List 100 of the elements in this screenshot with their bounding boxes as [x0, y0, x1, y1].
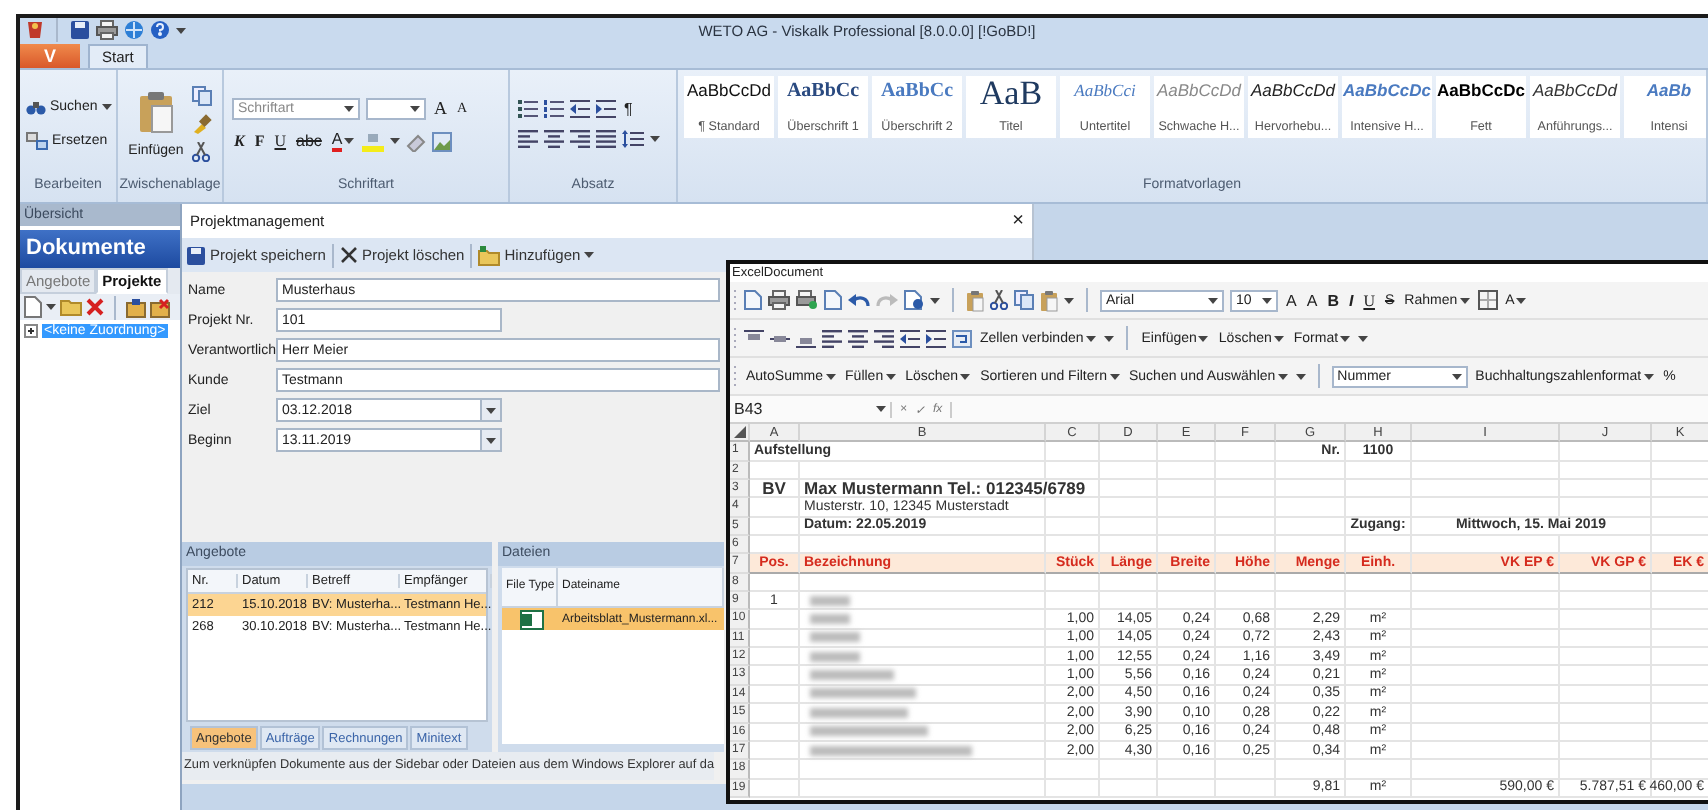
- empty-cell: [1346, 498, 1412, 518]
- caret-icon: [410, 105, 420, 111]
- caret-icon[interactable]: [1273, 335, 1284, 341]
- outdent-icon[interactable]: [900, 329, 920, 347]
- font-size-dropdown[interactable]: [366, 97, 426, 119]
- outdent-icon[interactable]: [570, 100, 590, 118]
- empty-cell: [1560, 573, 1652, 593]
- bold-button[interactable]: B: [1325, 291, 1341, 309]
- empty-cell: [1216, 592, 1276, 611]
- name-box[interactable]: B43: [730, 398, 890, 420]
- align-right-icon[interactable]: [570, 130, 590, 148]
- empty-cell: [1560, 480, 1652, 499]
- package-icon[interactable]: [126, 297, 146, 317]
- document-icon[interactable]: [904, 290, 924, 310]
- shrink-font-button[interactable]: A: [1304, 291, 1320, 309]
- caret-icon[interactable]: [960, 373, 971, 379]
- bold-button[interactable]: F: [252, 132, 267, 150]
- clipboard-icon[interactable]: [1040, 289, 1058, 311]
- scissors-icon[interactable]: [990, 290, 1008, 310]
- caret-icon[interactable]: [825, 373, 836, 379]
- caret-icon[interactable]: [344, 138, 355, 144]
- printer-icon[interactable]: [96, 20, 118, 40]
- empty-cell: [1046, 498, 1100, 518]
- bullet-list-icon[interactable]: [518, 100, 538, 118]
- empty-cell: [1560, 442, 1652, 462]
- undo-icon[interactable]: [848, 292, 870, 308]
- underline-button[interactable]: U: [1361, 291, 1377, 309]
- indent-icon[interactable]: [926, 329, 946, 347]
- caret-icon: [1451, 373, 1462, 379]
- page-icon[interactable]: [744, 290, 762, 310]
- delete-icon[interactable]: [86, 298, 104, 316]
- empty-cell: [1216, 461, 1276, 481]
- justify-icon[interactable]: [596, 130, 616, 148]
- empty-cell: [1100, 461, 1158, 481]
- sidebar-title: Dokumente: [20, 230, 180, 268]
- copy-icon[interactable]: [191, 86, 212, 106]
- wrap-text-icon[interactable]: [952, 329, 972, 347]
- align-left-icon[interactable]: [822, 329, 842, 347]
- empty-cell: [1560, 741, 1652, 761]
- caret-icon[interactable]: [1198, 335, 1209, 341]
- empty-cell: [1158, 442, 1216, 462]
- empty-cell: [1046, 779, 1100, 798]
- empty-cell: [1276, 461, 1346, 481]
- empty-cell: [1216, 498, 1276, 518]
- caret-icon: [584, 252, 595, 258]
- save-icon[interactable]: [70, 20, 90, 40]
- scissors-icon[interactable]: [191, 142, 210, 162]
- align-center-icon[interactable]: [848, 329, 868, 347]
- empty-cell: [1560, 610, 1652, 630]
- clipboard-icon[interactable]: [966, 289, 984, 311]
- font-color-button[interactable]: A: [329, 131, 357, 151]
- caret-icon[interactable]: [1643, 373, 1654, 379]
- strikethrough-button[interactable]: abc: [294, 132, 324, 150]
- line-spacing-icon[interactable]: [622, 130, 644, 148]
- help-icon[interactable]: [150, 20, 170, 40]
- align-center-icon[interactable]: [544, 130, 564, 148]
- print-preview-icon[interactable]: [796, 290, 818, 310]
- table-cell: BV: [750, 480, 800, 499]
- grow-font-button[interactable]: A: [1284, 291, 1299, 309]
- indent-icon[interactable]: [596, 100, 616, 118]
- printer-icon[interactable]: [768, 290, 790, 310]
- empty-cell: [1158, 760, 1216, 780]
- caret-icon[interactable]: [930, 297, 940, 303]
- close-button[interactable]: ×: [1012, 211, 1024, 231]
- border-icon[interactable]: [1477, 290, 1498, 310]
- caret-icon[interactable]: [1064, 297, 1074, 303]
- align-right-icon[interactable]: [874, 329, 894, 347]
- caret-icon[interactable]: [46, 304, 56, 310]
- caret-icon[interactable]: [1459, 297, 1470, 303]
- empty-cell: [1216, 480, 1276, 499]
- italic-button[interactable]: I: [1346, 291, 1356, 309]
- italic-button[interactable]: K: [232, 132, 247, 150]
- show-formatting-button[interactable]: ¶: [622, 100, 635, 118]
- caret-icon[interactable]: [650, 136, 660, 142]
- page-icon[interactable]: [824, 290, 842, 310]
- document-icon[interactable]: [24, 296, 42, 318]
- empty-cell: [1100, 442, 1158, 462]
- empty-cell: [1276, 592, 1346, 611]
- empty-cell: [1560, 648, 1652, 667]
- table-cell: Max Mustermann Tel.: 012345/6789: [800, 480, 1100, 499]
- caret-icon[interactable]: [390, 138, 401, 144]
- underline-button[interactable]: U: [272, 132, 289, 150]
- grow-font-button[interactable]: A: [432, 98, 449, 118]
- package-delete-icon[interactable]: [150, 297, 170, 317]
- globe-icon[interactable]: [124, 20, 144, 40]
- caret-icon[interactable]: [885, 373, 896, 379]
- brush-icon[interactable]: [191, 114, 212, 134]
- caret-icon: [101, 104, 112, 110]
- align-left-icon[interactable]: [518, 130, 538, 148]
- image-icon[interactable]: [432, 131, 453, 151]
- caret-icon[interactable]: [176, 27, 186, 33]
- numbered-list-icon[interactable]: [544, 100, 564, 118]
- expand-icon[interactable]: [24, 324, 38, 338]
- copy-icon[interactable]: [1014, 290, 1034, 310]
- empty-cell: [1158, 573, 1216, 593]
- empty-cell: [1560, 704, 1652, 723]
- caret-icon[interactable]: [1516, 297, 1527, 303]
- empty-cell: [1100, 517, 1158, 537]
- caret-icon[interactable]: [1109, 373, 1119, 379]
- select-all-icon[interactable]: [733, 426, 745, 439]
